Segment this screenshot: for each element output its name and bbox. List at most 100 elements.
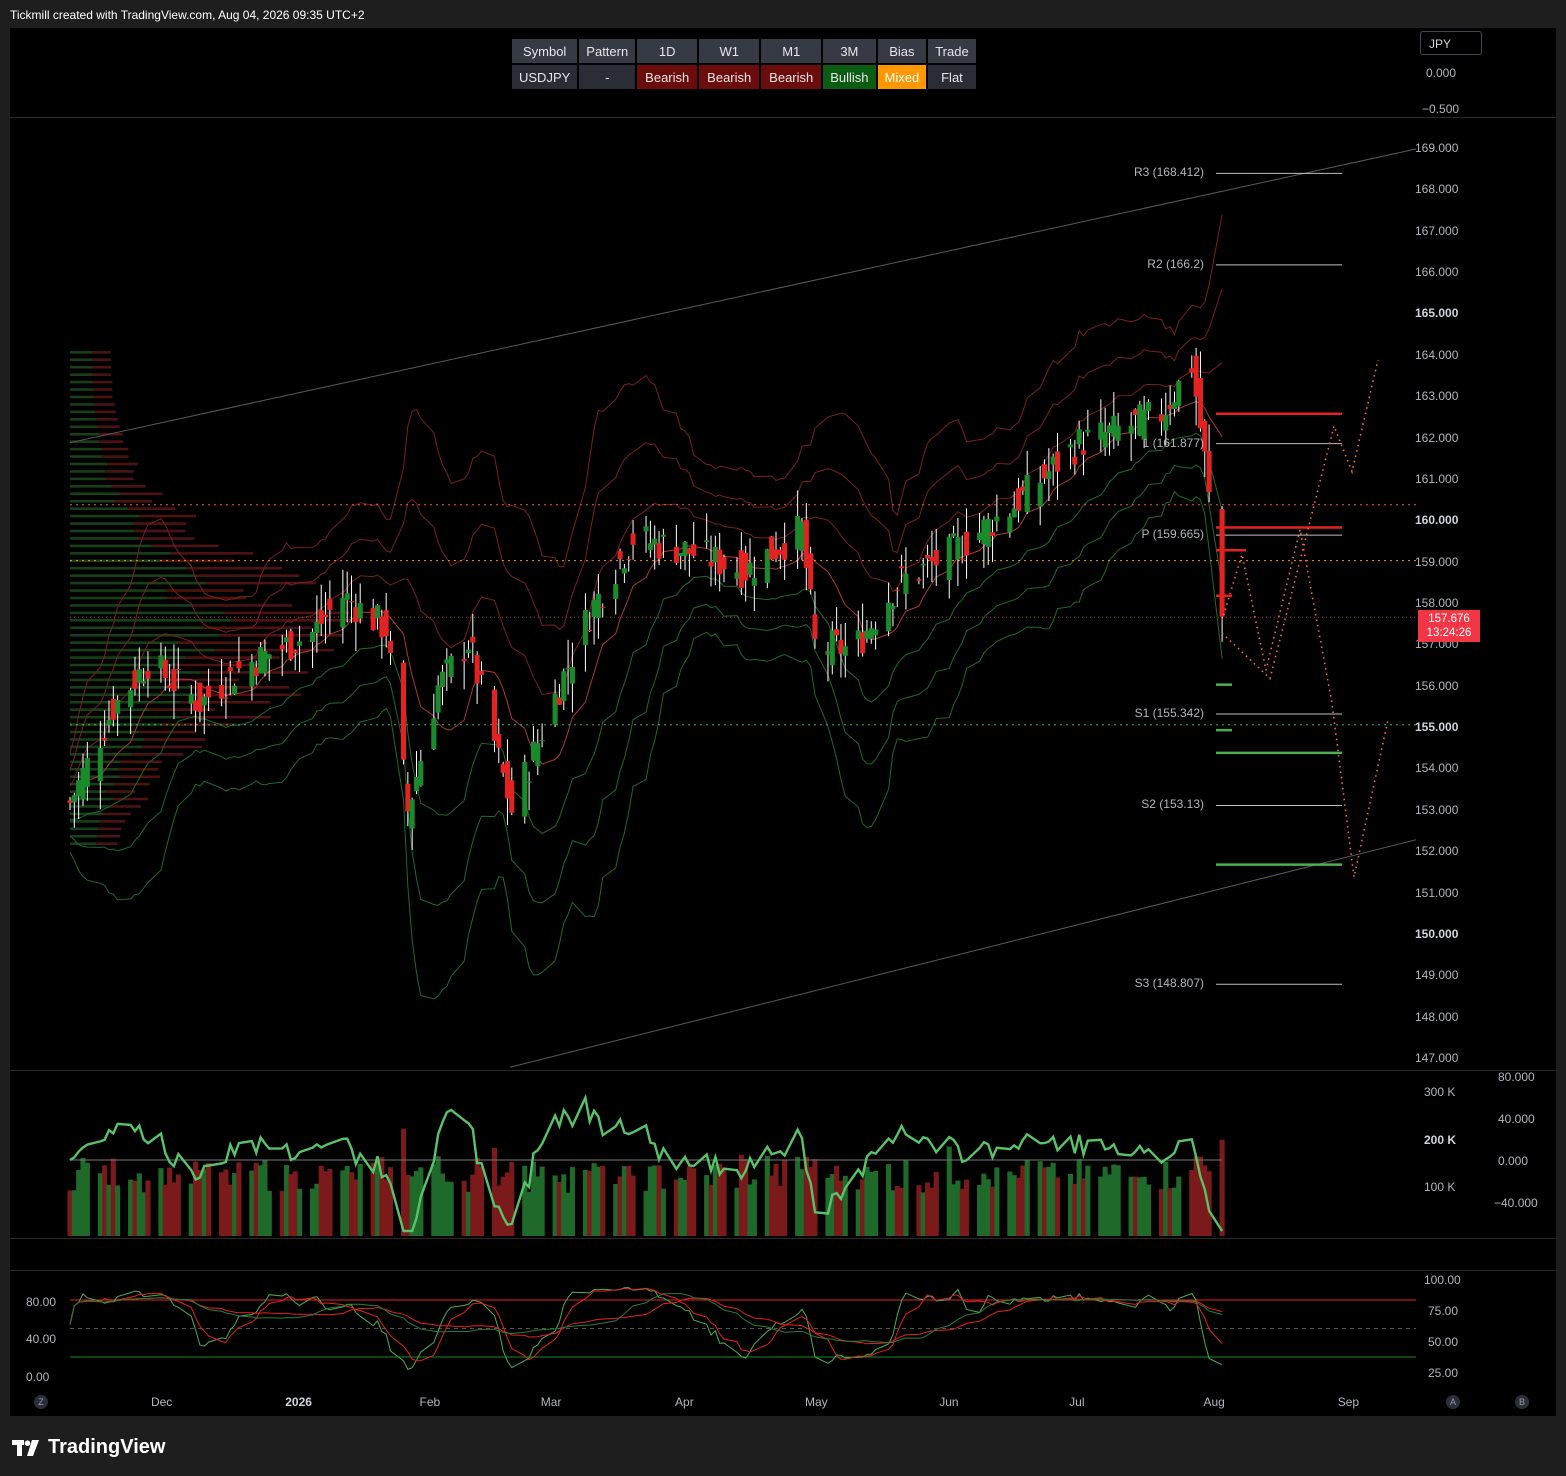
candle-body	[643, 526, 649, 532]
cell-symbol: USDJPY	[512, 65, 578, 89]
volume-profile-bar	[105, 790, 136, 793]
candle-body	[899, 566, 905, 569]
candle-body	[890, 605, 896, 610]
candle-body	[751, 578, 757, 586]
candle-body	[478, 671, 485, 675]
time-axis-label: Aug	[1203, 1395, 1225, 1409]
volume-profile-bar	[139, 514, 197, 518]
candle-body	[400, 662, 407, 760]
candle-body	[1037, 482, 1043, 507]
candle-body	[621, 568, 627, 574]
volume-profile-bar	[138, 537, 195, 540]
volume-bar	[236, 1162, 242, 1236]
volume-profile-bar	[102, 447, 129, 451]
candle-body	[946, 536, 952, 581]
volume-bar	[1176, 1176, 1182, 1236]
volume-bar	[448, 1181, 454, 1236]
pivot-label-s3: S3 (148.807)	[1134, 976, 1204, 991]
candle-body	[141, 681, 147, 684]
time-axis-label: Feb	[419, 1395, 441, 1409]
candle-body	[600, 606, 606, 609]
candle-body	[439, 671, 446, 688]
candle-body	[626, 559, 632, 561]
stoch-right-label: 50.00	[1428, 1335, 1459, 1349]
pane-separator[interactable]	[10, 1238, 1556, 1239]
volume-profile-bar	[96, 418, 118, 421]
volume-profile-bar	[70, 738, 145, 741]
chart-frame[interactable]: Symbol Pattern 1D W1 M1 3M Bias Trade US…	[10, 28, 1556, 1416]
volume-profile-bar	[70, 678, 163, 682]
candle-body	[461, 658, 467, 662]
candle-body	[1076, 429, 1082, 445]
volume-profile-bar	[92, 351, 111, 354]
candle-body	[219, 684, 225, 699]
volume-profile-bar	[94, 403, 115, 406]
price-axis-label: 155.000	[1415, 720, 1459, 735]
cell-w1: Bearish	[699, 65, 760, 89]
price-chart[interactable]	[10, 118, 1556, 1070]
candle-body	[136, 669, 142, 683]
candle-body	[617, 551, 623, 560]
volume-profile-bar	[70, 827, 99, 831]
currency-button[interactable]: JPY	[1420, 31, 1482, 55]
volume-bar	[206, 1162, 212, 1236]
price-axis-label: 158.000	[1415, 596, 1459, 610]
candle-body	[595, 593, 601, 619]
time-axis-label: Jul	[1069, 1395, 1085, 1409]
volume-profile-bar	[70, 358, 93, 362]
volume-bar	[357, 1163, 363, 1236]
price-axis-label: 152.000	[1415, 844, 1459, 859]
projection-path	[1221, 359, 1379, 681]
volume-momentum-chart[interactable]	[10, 1071, 1556, 1239]
candle-body	[1015, 488, 1022, 511]
volume-profile-bar	[151, 544, 219, 548]
volume-profile-bar	[70, 485, 112, 488]
candle-body	[1145, 401, 1152, 411]
volume-profile-bar	[113, 782, 150, 786]
price-axis-label: 160.000	[1415, 513, 1459, 528]
volume-profile-bar	[70, 648, 216, 652]
volume-bar	[175, 1174, 181, 1236]
tradingview-logo[interactable]: TradingView	[12, 1436, 165, 1459]
projection-path	[1221, 529, 1389, 878]
price-axis-label: 164.000	[1415, 347, 1459, 362]
volume-profile-bar	[70, 447, 103, 451]
auto-scale-button[interactable]: A	[1446, 1395, 1460, 1409]
volume-bar	[994, 1167, 1000, 1236]
volume-bar	[539, 1166, 545, 1236]
volume-profile-bar	[202, 626, 312, 630]
stochastic-chart[interactable]	[10, 1271, 1556, 1391]
volume-bar	[964, 1179, 970, 1236]
bias-table-row: USDJPY - Bearish Bearish Bearish Bullish…	[512, 65, 976, 89]
volume-bar	[478, 1166, 485, 1236]
goto-date-button[interactable]: Z	[34, 1395, 48, 1409]
volume-profile-bar	[133, 529, 186, 533]
volume-profile-bar	[70, 529, 134, 533]
candle-body	[232, 685, 238, 695]
candle-body	[97, 748, 103, 782]
volume-bar	[933, 1171, 939, 1236]
volume-profile-bar	[70, 760, 121, 764]
volume-profile-bar	[93, 388, 113, 391]
volume-bar	[600, 1166, 606, 1236]
candle-body	[357, 603, 363, 619]
price-axis-label: 165.000	[1415, 306, 1459, 321]
time-axis-label: 2026	[285, 1395, 312, 1409]
candle-body	[708, 561, 714, 567]
volume-profile-bar	[70, 842, 97, 846]
volume-profile-bar	[144, 738, 206, 741]
volume-profile-bar	[70, 455, 103, 458]
volume-profile-bar	[100, 820, 126, 823]
candle-body	[613, 584, 619, 599]
settings-button[interactable]: B	[1515, 1395, 1529, 1409]
stoch-slow-line	[69, 1297, 1223, 1345]
cell-3m: Bullish	[823, 65, 876, 89]
volume-bar	[782, 1159, 788, 1236]
candle-body	[84, 758, 90, 787]
candle-body	[1067, 444, 1074, 448]
price-axis-label: 156.000	[1415, 678, 1459, 693]
candle-body	[535, 743, 541, 767]
col-pattern: Pattern	[579, 39, 636, 63]
volume-profile-bar	[70, 589, 166, 592]
volume-profile-bar	[70, 693, 197, 697]
